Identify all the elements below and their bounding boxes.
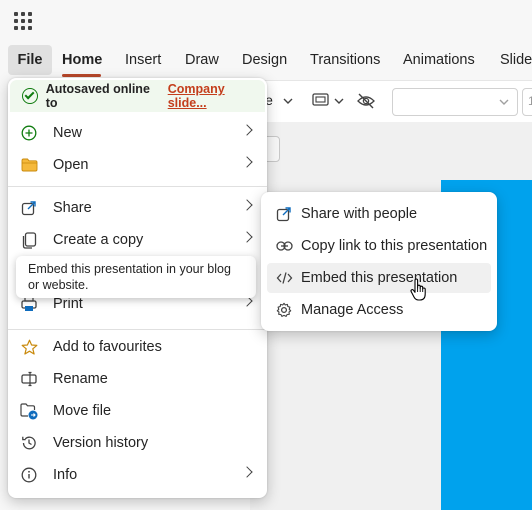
- tab-transitions[interactable]: Transitions: [310, 52, 380, 68]
- autosave-status: Autosaved online to Company slide...: [10, 80, 265, 112]
- app-header: [0, 0, 532, 42]
- share-icon: [20, 199, 38, 217]
- menu-item-version-history[interactable]: Version history: [8, 427, 267, 459]
- menu-item-share[interactable]: Share: [8, 192, 267, 224]
- gear-icon: [275, 301, 293, 319]
- menu-item-label: Info: [53, 467, 78, 483]
- hide-slide-icon[interactable]: [356, 92, 376, 110]
- menu-item-rename[interactable]: Rename: [8, 363, 267, 395]
- layout-icon[interactable]: [312, 93, 330, 107]
- font-name-input[interactable]: [392, 88, 518, 116]
- tab-home[interactable]: Home: [62, 52, 102, 68]
- hand-cursor-icon: [410, 278, 426, 301]
- chevron-right-icon: [241, 199, 253, 211]
- share-icon: [275, 205, 293, 223]
- menu-item-label: Add to favourites: [53, 339, 162, 355]
- menu-item-label: Open: [53, 157, 89, 173]
- tab-file[interactable]: File: [8, 45, 52, 75]
- menu-item-label: Print: [53, 296, 83, 312]
- menu-item-label: Create a copy: [53, 232, 144, 248]
- submenu-item-label: Share with people: [301, 206, 418, 222]
- tab-slide[interactable]: Slide: [500, 52, 532, 68]
- chevron-right-icon: [241, 124, 253, 136]
- chevron-down-icon[interactable]: [334, 97, 344, 105]
- autosave-location-link[interactable]: Company slide...: [168, 82, 265, 110]
- rename-icon: [20, 370, 38, 388]
- menu-item-create-copy[interactable]: Create a copy: [8, 224, 267, 256]
- submenu-item-embed[interactable]: Embed this presentation: [267, 263, 491, 293]
- menu-item-new[interactable]: New: [8, 117, 267, 149]
- submenu-item-label: Manage Access: [301, 302, 404, 318]
- submenu-item-label: Embed this presentation: [301, 270, 458, 286]
- folder-icon: [20, 156, 38, 174]
- tab-file-label: File: [17, 52, 43, 68]
- menu-item-label: Version history: [53, 435, 149, 451]
- submenu-item-copy-link[interactable]: Copy link to this presentation: [267, 231, 491, 261]
- code-icon: [275, 269, 293, 287]
- submenu-item-label: Copy link to this presentation: [301, 238, 488, 254]
- menu-divider: [8, 186, 267, 187]
- font-size-value: 1: [528, 94, 532, 108]
- menu-item-info[interactable]: Info: [8, 459, 267, 491]
- tab-insert[interactable]: Insert: [125, 52, 161, 68]
- menu-item-open[interactable]: Open: [8, 149, 267, 181]
- menu-item-label: New: [53, 125, 83, 141]
- menu-item-label: Share: [53, 200, 92, 216]
- menu-divider: [8, 329, 267, 330]
- embed-tooltip: Embed this presentation in your blog or …: [16, 256, 256, 298]
- active-tab-indicator: [62, 74, 101, 77]
- link-icon: [275, 237, 293, 255]
- autosave-text: Autosaved online to: [45, 82, 150, 110]
- menu-item-label: Move file: [53, 403, 112, 419]
- tab-design[interactable]: Design: [242, 52, 287, 68]
- history-icon: [20, 434, 38, 452]
- chevron-down-icon: [283, 98, 293, 104]
- info-icon: [20, 466, 38, 484]
- chevron-right-icon: [241, 466, 253, 478]
- copy-icon: [20, 231, 38, 249]
- chevron-right-icon: [241, 156, 253, 168]
- font-size-input[interactable]: 1: [522, 88, 532, 116]
- move-folder-icon: [20, 402, 38, 420]
- tab-draw[interactable]: Draw: [185, 52, 219, 68]
- menu-item-move-file[interactable]: Move file: [8, 395, 267, 427]
- plus-circle-icon: [20, 124, 38, 142]
- menu-item-label: Rename: [53, 371, 108, 387]
- app-launcher-icon[interactable]: [14, 12, 32, 30]
- chevron-right-icon: [241, 231, 253, 243]
- star-icon: [20, 338, 38, 356]
- menu-item-add-favourites[interactable]: Add to favourites: [8, 331, 267, 363]
- tab-animations[interactable]: Animations: [403, 52, 475, 68]
- chevron-down-icon: [499, 99, 509, 105]
- submenu-item-share-with-people[interactable]: Share with people: [267, 199, 491, 229]
- submenu-item-manage-access[interactable]: Manage Access: [267, 295, 491, 325]
- checkmark-circle-icon: [22, 88, 38, 104]
